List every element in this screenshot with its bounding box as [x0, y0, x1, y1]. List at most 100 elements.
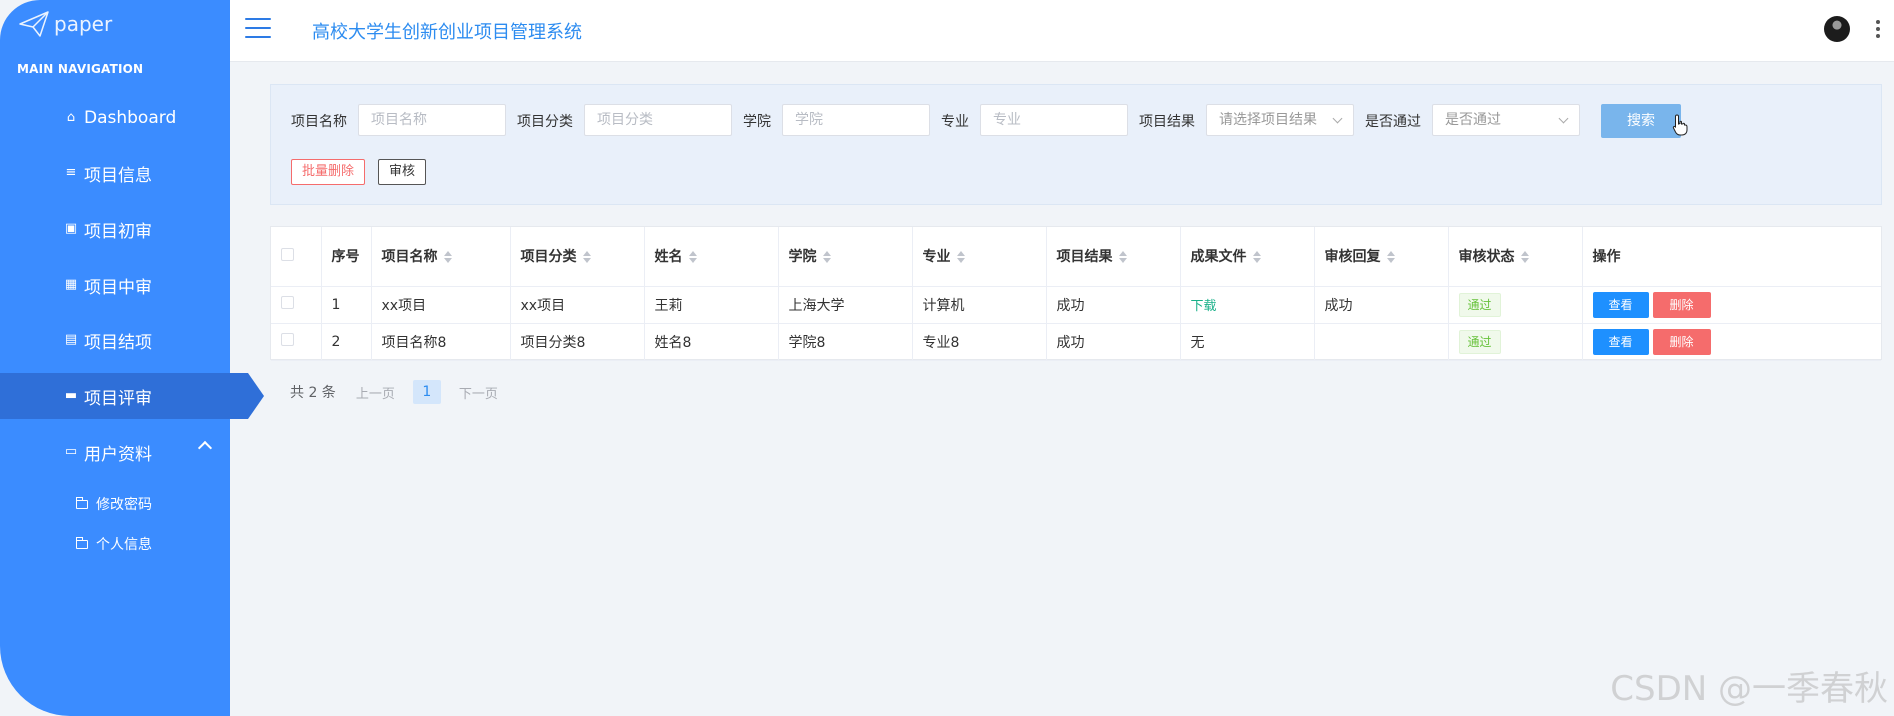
col-reply[interactable]: 审核回复 — [1314, 227, 1449, 287]
col-label: 专业 — [922, 249, 951, 266]
menu-toggle-icon[interactable] — [245, 18, 271, 38]
project-result-placeholder: 请选择项目结果 — [1219, 112, 1317, 128]
col-status[interactable]: 审核状态 — [1448, 227, 1583, 287]
sidebar-subitem-label: 个人信息 — [96, 537, 152, 553]
project-category-label: 项目分类 — [517, 114, 573, 130]
top-header: 高校大学生创新创业项目管理系统 — [230, 0, 1894, 62]
cell-major: 专业8 — [912, 323, 1047, 361]
col-category[interactable]: 项目分类 — [510, 227, 645, 287]
sort-icon[interactable] — [1252, 251, 1261, 264]
project-name-input[interactable] — [358, 104, 506, 136]
sort-icon[interactable] — [1520, 251, 1529, 264]
hand-cursor-icon — [1672, 114, 1688, 136]
delete-button[interactable]: 删除 — [1652, 291, 1711, 318]
sort-icon[interactable] — [1386, 251, 1395, 264]
col-person[interactable]: 姓名 — [644, 227, 779, 287]
view-button[interactable]: 查看 — [1592, 328, 1649, 355]
sidebar-item-user-profile[interactable]: ▭ 用户资料 — [0, 429, 230, 475]
sliders-icon: ≡ — [65, 165, 77, 180]
cell-index: 2 — [321, 323, 372, 361]
major-label: 专业 — [941, 114, 969, 130]
page-number-button[interactable]: 1 — [412, 380, 441, 404]
sidebar-item-label: Dashboard — [84, 108, 177, 128]
delete-button[interactable]: 删除 — [1652, 328, 1711, 355]
col-label: 学院 — [788, 249, 817, 266]
sidebar-item-project-info[interactable]: ≡ 项目信息 — [0, 150, 230, 196]
table-row: 2 项目名称8 项目分类8 姓名8 学院8 专业8 成功 无 通过 查看 删除 — [271, 323, 1881, 361]
batch-delete-button[interactable]: 批量删除 — [291, 159, 366, 185]
chart-icon: ▤ — [64, 332, 78, 347]
download-link[interactable]: 下载 — [1191, 299, 1217, 314]
folder-icon — [76, 536, 88, 549]
cell-actions: 查看 删除 — [1582, 323, 1881, 361]
cell-person: 王莉 — [644, 286, 779, 324]
col-result[interactable]: 项目结果 — [1046, 227, 1181, 287]
sidebar-item-initial-review[interactable]: ▣ 项目初审 — [0, 206, 230, 252]
cell-index: 1 — [321, 286, 372, 324]
col-index: 序号 — [321, 227, 372, 287]
row-checkbox[interactable] — [281, 333, 294, 346]
project-category-input[interactable] — [584, 104, 732, 136]
sort-icon[interactable] — [1118, 251, 1127, 264]
col-label: 审核回复 — [1324, 249, 1381, 266]
sidebar-item-label: 项目评审 — [84, 388, 152, 409]
sidebar-item-label: 项目信息 — [84, 165, 152, 186]
row-checkbox[interactable] — [281, 296, 294, 309]
project-result-select[interactable]: 请选择项目结果 — [1206, 104, 1354, 136]
sidebar-item-label: 用户资料 — [84, 444, 152, 465]
next-page-button[interactable]: 下一页 — [459, 383, 498, 402]
sidebar-subitem-change-password[interactable]: 修改密码 — [76, 494, 152, 514]
table-row: 1 xx项目 xx项目 王莉 上海大学 计算机 成功 下载 成功 通过 查看 删除 — [271, 286, 1881, 324]
is-passed-label: 是否通过 — [1365, 114, 1421, 130]
sidebar-subitem-personal-info[interactable]: 个人信息 — [76, 534, 152, 554]
is-passed-select[interactable]: 是否通过 — [1432, 104, 1580, 136]
col-name[interactable]: 项目名称 — [371, 227, 511, 287]
sort-icon[interactable] — [688, 251, 697, 264]
prev-page-button[interactable]: 上一页 — [356, 383, 395, 402]
col-major[interactable]: 专业 — [912, 227, 1047, 287]
page-title: 高校大学生创新创业项目管理系统 — [312, 22, 582, 43]
briefcase-icon: ▬ — [64, 388, 78, 403]
paper-plane-icon — [19, 11, 49, 37]
college-input[interactable] — [782, 104, 930, 136]
select-all-cell — [271, 227, 322, 287]
card-icon: ▭ — [64, 444, 78, 459]
chevron-down-icon — [1558, 113, 1569, 124]
sidebar-item-dashboard[interactable]: ⌂ Dashboard — [0, 95, 230, 141]
cell-college: 上海大学 — [778, 286, 913, 324]
select-all-checkbox[interactable] — [281, 247, 294, 261]
sidebar-item-mid-review[interactable]: ▦ 项目中审 — [0, 262, 230, 308]
search-panel: 项目名称 项目分类 学院 专业 项目结果 请选择项目结果 是否通过 是否通过 搜… — [270, 84, 1882, 205]
avatar[interactable] — [1824, 16, 1850, 42]
cell-actions: 查看 删除 — [1582, 286, 1881, 324]
col-label: 项目名称 — [381, 249, 438, 266]
is-passed-placeholder: 是否通过 — [1445, 112, 1501, 128]
project-result-label: 项目结果 — [1139, 114, 1195, 130]
sidebar-item-evaluation[interactable]: ▬ 项目评审 — [0, 373, 264, 419]
col-file[interactable]: 成果文件 — [1180, 227, 1315, 287]
view-button[interactable]: 查看 — [1592, 291, 1649, 318]
cell-status: 通过 — [1448, 286, 1583, 324]
sidebar-item-completion[interactable]: ▤ 项目结项 — [0, 317, 230, 363]
cell-name: xx项目 — [371, 286, 511, 324]
review-button[interactable]: 审核 — [378, 159, 427, 185]
sort-icon[interactable] — [443, 251, 452, 264]
cell-file: 下载 — [1180, 286, 1315, 324]
status-badge: 通过 — [1458, 292, 1501, 317]
more-vertical-icon[interactable] — [1876, 20, 1880, 38]
sort-icon[interactable] — [956, 251, 965, 264]
search-button[interactable]: 搜索 — [1601, 104, 1681, 138]
col-actions: 操作 — [1582, 227, 1881, 287]
table-header-row: 序号 项目名称 项目分类 姓名 学院 专业 项目结果 成果文件 审核回复 审核状… — [271, 227, 1881, 287]
col-college[interactable]: 学院 — [778, 227, 913, 287]
logo: paper — [18, 10, 112, 38]
sort-icon[interactable] — [582, 251, 591, 264]
sort-icon[interactable] — [822, 251, 831, 264]
cell-name: 项目名称8 — [371, 323, 511, 361]
major-input[interactable] — [980, 104, 1128, 136]
cell-category: xx项目 — [510, 286, 645, 324]
status-badge: 通过 — [1458, 329, 1501, 354]
home-icon: ⌂ — [66, 110, 76, 125]
pagination: 共 2 条 上一页 1 下一页 — [290, 380, 516, 404]
sidebar-subitem-label: 修改密码 — [96, 497, 152, 513]
